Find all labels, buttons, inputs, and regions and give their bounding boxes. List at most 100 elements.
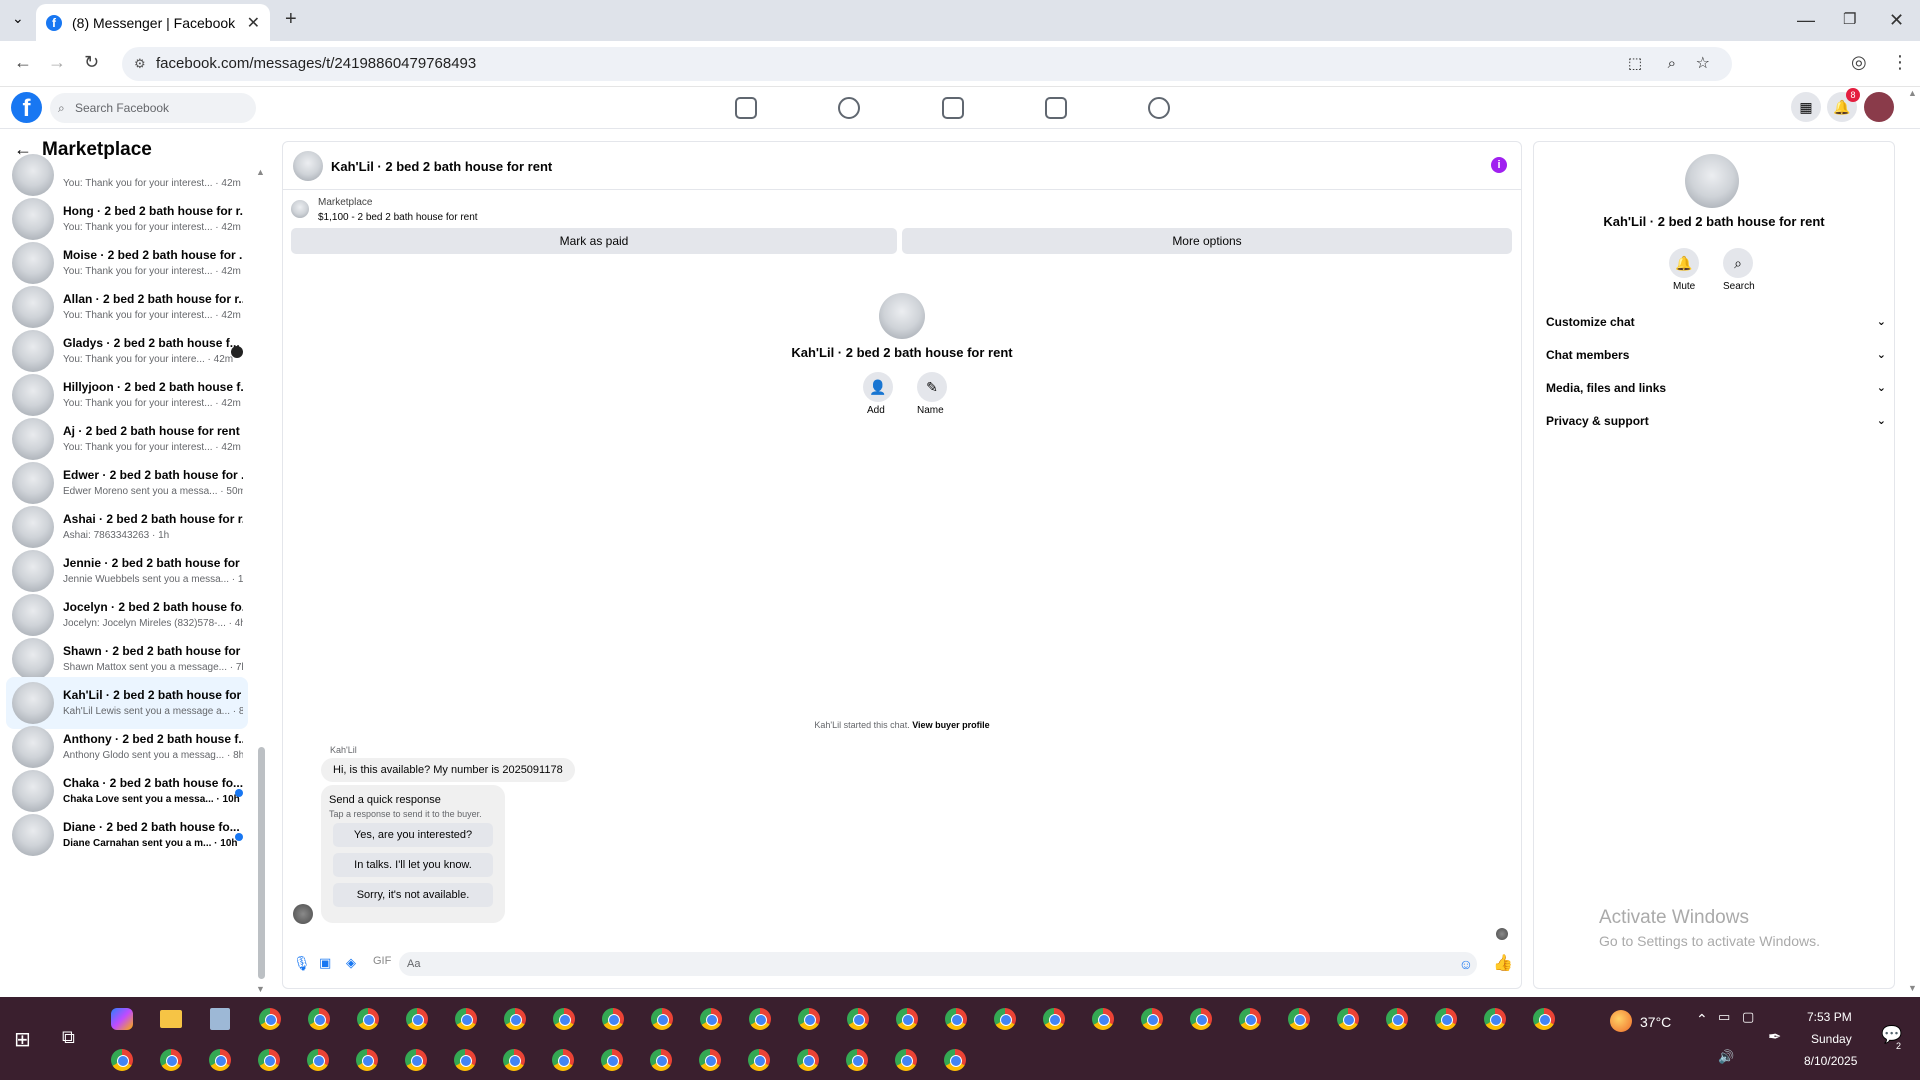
task-view-icon[interactable]: ⧉ bbox=[62, 1027, 75, 1048]
attach-photo-icon[interactable]: ▣ bbox=[319, 955, 331, 971]
chrome-window-icon[interactable] bbox=[1092, 1008, 1114, 1030]
install-app-icon[interactable]: ⬚ bbox=[1628, 47, 1642, 81]
reload-icon[interactable]: ↻ bbox=[84, 52, 99, 73]
chrome-window-icon[interactable] bbox=[944, 1049, 966, 1071]
forward-icon[interactable]: → bbox=[48, 52, 66, 73]
back-icon[interactable]: ← bbox=[14, 52, 32, 73]
chrome-window-icon[interactable] bbox=[1288, 1008, 1310, 1030]
chrome-window-icon[interactable] bbox=[1239, 1008, 1261, 1030]
chrome-window-icon[interactable] bbox=[258, 1049, 280, 1071]
chrome-window-icon[interactable] bbox=[552, 1049, 574, 1071]
search-in-chat-icon[interactable]: ⌕ bbox=[1723, 248, 1753, 278]
windows-start-icon[interactable]: ⊞ bbox=[14, 1027, 31, 1052]
new-tab-icon[interactable]: + bbox=[285, 8, 297, 31]
menu-grid-icon[interactable]: ▦ bbox=[1791, 92, 1821, 122]
chrome-window-icon[interactable] bbox=[1141, 1008, 1163, 1030]
quick-response-yes[interactable]: Yes, are you interested? bbox=[333, 823, 493, 847]
facebook-logo-icon[interactable]: f bbox=[11, 92, 42, 123]
chrome-window-icon[interactable] bbox=[650, 1049, 672, 1071]
chrome-window-icon[interactable] bbox=[307, 1049, 329, 1071]
chrome-window-icon[interactable] bbox=[945, 1008, 967, 1030]
chrome-window-icon[interactable] bbox=[503, 1049, 525, 1071]
tab-search-chevron-icon[interactable]: ⌄ bbox=[12, 10, 24, 27]
quick-response-in-talks[interactable]: In talks. I'll let you know. bbox=[333, 853, 493, 877]
gif-icon[interactable]: GIF bbox=[373, 955, 391, 967]
network-icon[interactable]: ▢ bbox=[1742, 1009, 1754, 1025]
chrome-window-icon[interactable] bbox=[454, 1049, 476, 1071]
chrome-window-icon[interactable] bbox=[1484, 1008, 1506, 1030]
chrome-window-icon[interactable] bbox=[994, 1008, 1016, 1030]
chrome-window-icon[interactable] bbox=[1533, 1008, 1555, 1030]
marketplace-icon[interactable] bbox=[1045, 97, 1067, 119]
meet-icon[interactable]: ▭ bbox=[1718, 1009, 1730, 1025]
pen-icon[interactable]: ✒ bbox=[1768, 1027, 1781, 1047]
sticker-icon[interactable]: ◈ bbox=[346, 955, 356, 971]
groups-icon[interactable] bbox=[1148, 97, 1170, 119]
sender-avatar[interactable] bbox=[293, 904, 313, 924]
chrome-window-icon[interactable] bbox=[896, 1008, 918, 1030]
edit-name-icon[interactable]: ✎ bbox=[917, 372, 947, 402]
mute-bell-icon[interactable]: 🔔 bbox=[1669, 248, 1699, 278]
thumbs-up-icon[interactable]: 👍 bbox=[1493, 953, 1513, 973]
chrome-window-icon[interactable] bbox=[700, 1008, 722, 1030]
conversation-info-icon[interactable]: i bbox=[1491, 157, 1507, 173]
chrome-window-icon[interactable] bbox=[111, 1049, 133, 1071]
chrome-window-icon[interactable] bbox=[1190, 1008, 1212, 1030]
chrome-window-icon[interactable] bbox=[699, 1049, 721, 1071]
chrome-window-icon[interactable] bbox=[797, 1049, 819, 1071]
chrome-window-icon[interactable] bbox=[160, 1049, 182, 1071]
weather-icon[interactable] bbox=[1610, 1010, 1632, 1032]
chrome-window-icon[interactable] bbox=[553, 1008, 575, 1030]
temperature[interactable]: 37°C bbox=[1640, 1014, 1671, 1030]
home-icon[interactable] bbox=[735, 97, 757, 119]
chrome-window-icon[interactable] bbox=[209, 1049, 231, 1071]
mark-as-paid-button[interactable]: Mark as paid bbox=[291, 228, 897, 254]
chrome-window-icon[interactable] bbox=[455, 1008, 477, 1030]
message-composer-input[interactable]: Aa ☺ bbox=[399, 952, 1477, 976]
volume-icon[interactable]: 🔊 bbox=[1718, 1049, 1734, 1065]
add-people-icon[interactable]: 👤 bbox=[863, 372, 893, 402]
more-options-button[interactable]: More options bbox=[902, 228, 1512, 254]
conversation-item[interactable]: Diane · 2 bed 2 bath house fo... Diane Ca… bbox=[6, 809, 248, 861]
zoom-icon[interactable]: ⌕ bbox=[1668, 47, 1676, 81]
page-scroll-up-icon[interactable]: ▲ bbox=[1908, 88, 1917, 98]
file-explorer-icon[interactable] bbox=[160, 1010, 182, 1028]
scroll-up-icon[interactable]: ▲ bbox=[256, 167, 265, 177]
facebook-search-input[interactable]: ⌕ Search Facebook bbox=[50, 93, 256, 123]
app-icon[interactable] bbox=[210, 1008, 230, 1030]
chat-header-avatar[interactable] bbox=[293, 151, 323, 181]
chrome-window-icon[interactable] bbox=[504, 1008, 526, 1030]
listing-line[interactable]: $1,100 - 2 bed 2 bath house for rent bbox=[318, 212, 478, 223]
sidebar-scrollbar[interactable] bbox=[258, 747, 265, 979]
restore-icon[interactable]: ❐ bbox=[1843, 10, 1856, 28]
privacy-support-row[interactable]: Privacy & support ⌄ bbox=[1546, 414, 1886, 428]
browser-tab-messenger[interactable]: f (8) Messenger | Facebook ✕ bbox=[36, 4, 270, 41]
account-avatar[interactable] bbox=[1864, 92, 1894, 122]
profile-icon[interactable]: ◎ bbox=[1851, 52, 1867, 73]
site-info-icon[interactable]: ⚙ bbox=[134, 47, 146, 81]
chrome-window-icon[interactable] bbox=[651, 1008, 673, 1030]
chrome-window-icon[interactable] bbox=[602, 1008, 624, 1030]
chrome-window-icon[interactable] bbox=[748, 1049, 770, 1071]
chrome-window-icon[interactable] bbox=[846, 1049, 868, 1071]
emoji-icon[interactable]: ☺ bbox=[1459, 952, 1473, 976]
page-scroll-down-icon[interactable]: ▼ bbox=[1908, 983, 1917, 993]
chat-title[interactable]: Kah'Lil · 2 bed 2 bath house for rent bbox=[331, 159, 552, 174]
show-hidden-icons[interactable]: ⌃ bbox=[1696, 1011, 1708, 1028]
minimize-icon[interactable]: — bbox=[1797, 10, 1815, 31]
window-close-icon[interactable]: ✕ bbox=[1889, 10, 1904, 31]
chrome-window-icon[interactable] bbox=[847, 1008, 869, 1030]
bookmark-star-icon[interactable]: ☆ bbox=[1696, 47, 1710, 81]
copilot-icon[interactable] bbox=[111, 1008, 133, 1030]
friends-icon[interactable] bbox=[838, 97, 860, 119]
customize-chat-row[interactable]: Customize chat ⌄ bbox=[1546, 315, 1886, 329]
video-icon[interactable] bbox=[942, 97, 964, 119]
chrome-window-icon[interactable] bbox=[601, 1049, 623, 1071]
chrome-window-icon[interactable] bbox=[356, 1049, 378, 1071]
clock-time[interactable]: 7:53 PM bbox=[1807, 1010, 1852, 1024]
chrome-window-icon[interactable] bbox=[1386, 1008, 1408, 1030]
chrome-window-icon[interactable] bbox=[357, 1008, 379, 1030]
chrome-window-icon[interactable] bbox=[405, 1049, 427, 1071]
chrome-window-icon[interactable] bbox=[895, 1049, 917, 1071]
chrome-window-icon[interactable] bbox=[749, 1008, 771, 1030]
